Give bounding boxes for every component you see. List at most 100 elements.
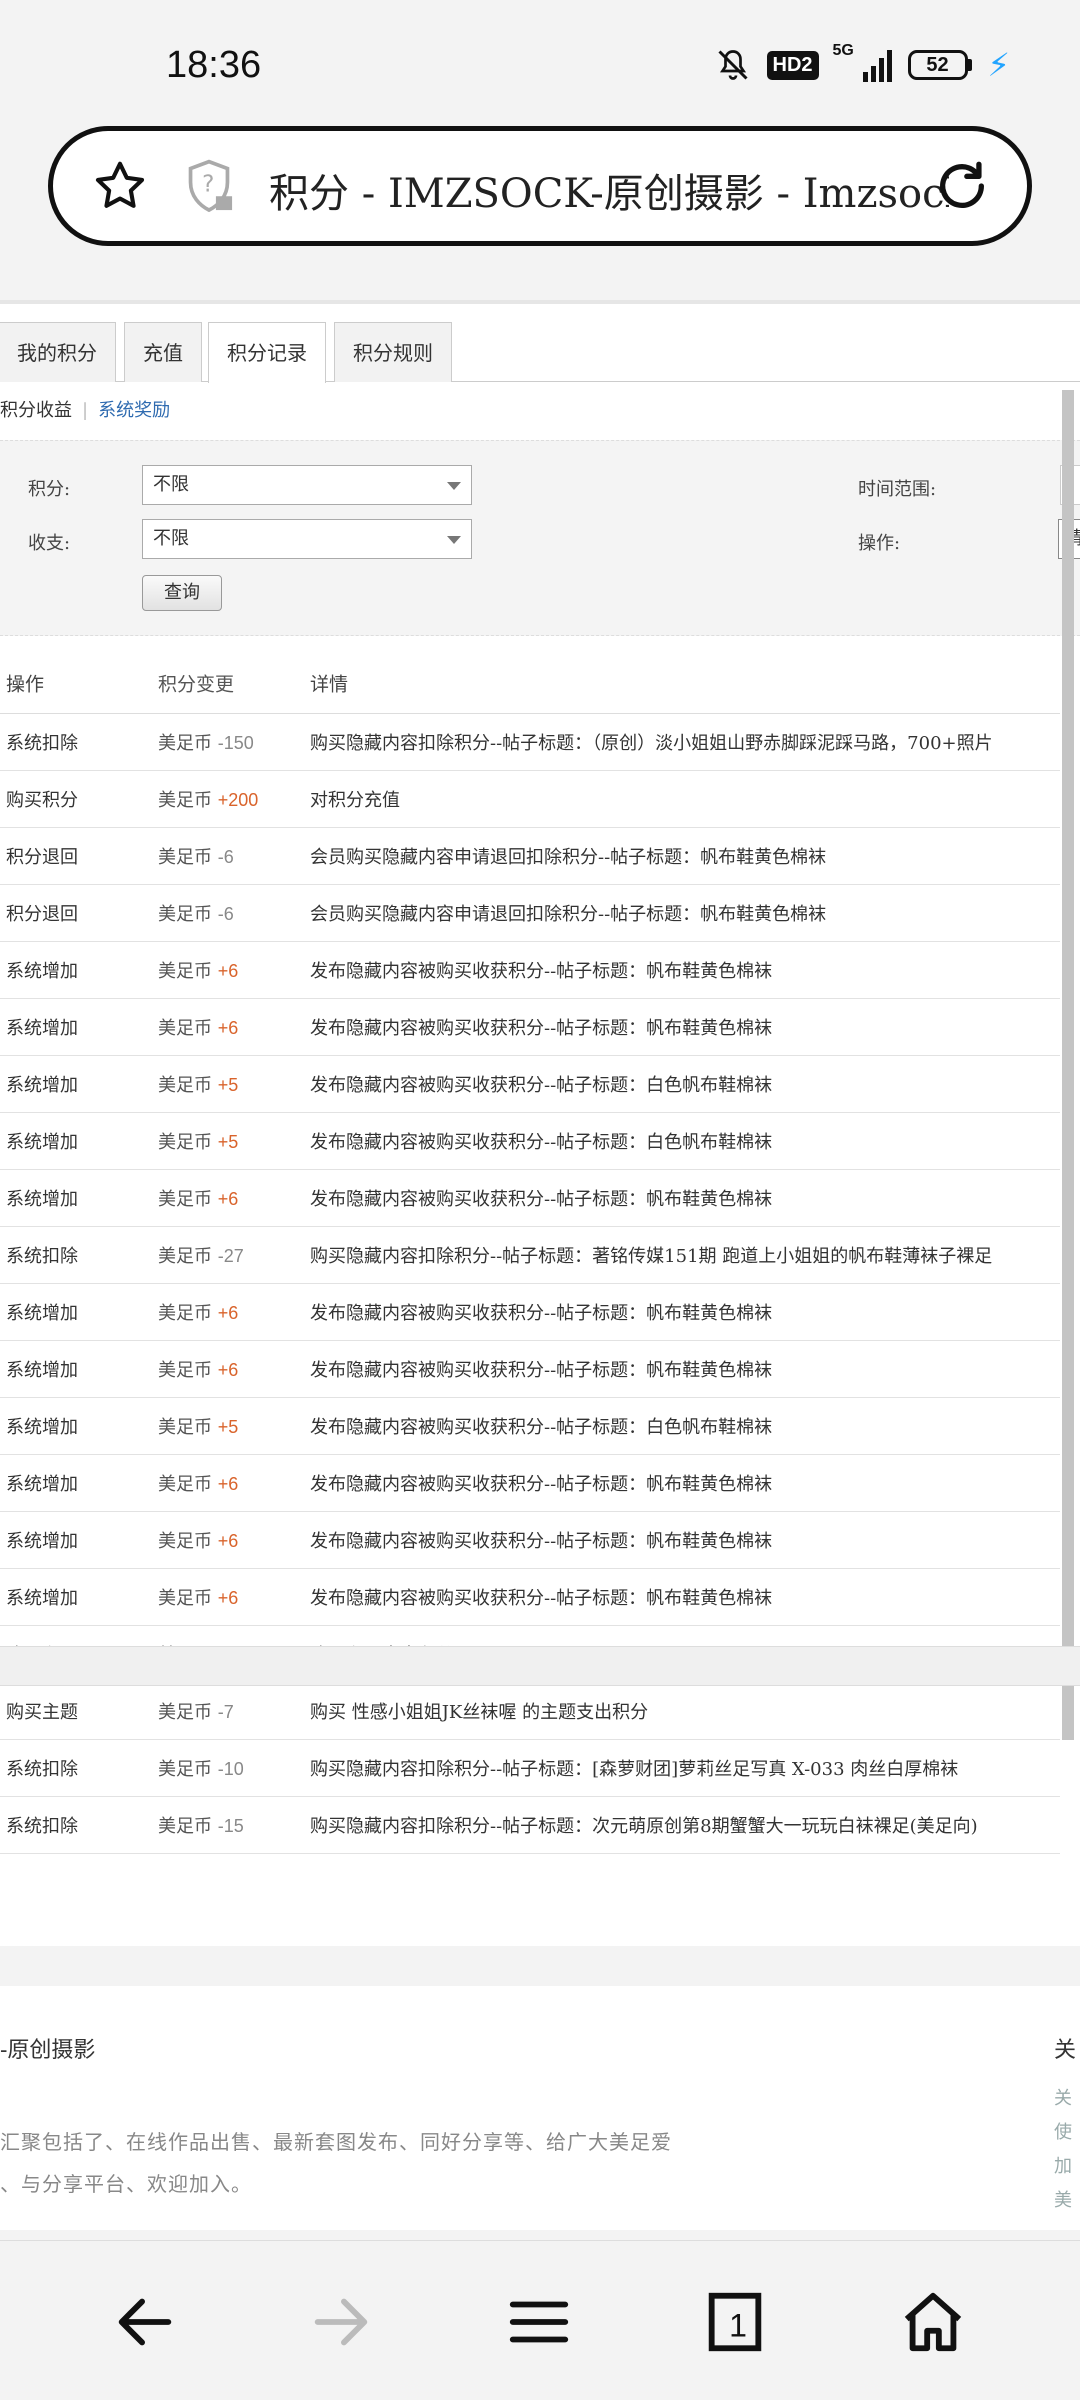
row-operation: 系统增加 (6, 1075, 78, 1096)
points-delta: -6 (217, 904, 234, 924)
row-detail: 发布隐藏内容被购买收获积分--帖子标题：白色帆布鞋棉袜 (310, 1417, 773, 1438)
hd-badge: HD2 (766, 50, 819, 80)
bell-off-icon (717, 50, 748, 80)
points-delta: +6 (217, 1018, 239, 1038)
footer-link[interactable]: 加 (1054, 2150, 1072, 2184)
row-points-change: 美足币 +6 (158, 1303, 239, 1324)
header-details: 详情 (310, 673, 349, 695)
query-button[interactable]: 查询 (142, 575, 222, 611)
points-filter-label: 积分: (28, 479, 71, 500)
header-operation: 操作 (6, 673, 45, 695)
reload-icon[interactable] (933, 157, 991, 215)
menu-icon[interactable] (504, 2287, 574, 2357)
row-points-change: 美足币 -6 (158, 847, 234, 868)
row-detail: 发布隐藏内容被购买收获积分--帖子标题：帆布鞋黄色棉袜 (310, 1303, 773, 1324)
table-row: 积分退回 美足币 -6 会员购买隐藏内容申请退回扣除积分--帖子标题：帆布鞋黄色棉袜 (0, 828, 1060, 885)
table-row: 系统增加 美足币 +5 发布隐藏内容被购买收获积分--帖子标题：白色帆布鞋棉袜 (0, 1398, 1060, 1455)
row-detail: 购买隐藏内容扣除积分--帖子标题：[森萝财团]萝莉丝足写真 X-033 肉丝白厚… (310, 1759, 959, 1780)
shield-lock-icon[interactable]: ? (181, 157, 237, 217)
tab-my-points[interactable]: 我的积分 (0, 322, 116, 382)
table-row: 系统扣除 美足币 -15 购买隐藏内容扣除积分--帖子标题：次元萌原创第8期蟹蟹大一… (0, 1797, 1060, 1854)
top-divider (0, 300, 1080, 304)
row-points-change: 美足币 +6 (158, 1474, 239, 1495)
row-points-change: 美足币 -6 (158, 904, 234, 925)
table-row: 系统增加 美足币 +5 发布隐藏内容被购买收获积分--帖子标题：白色帆布鞋棉袜 (0, 1056, 1060, 1113)
row-detail: 发布隐藏内容被购买收获积分--帖子标题：帆布鞋黄色棉袜 (310, 1588, 773, 1609)
row-points-change: 美足币 +5 (158, 1132, 239, 1153)
browser-navbar: 1 (0, 2240, 1080, 2400)
row-points-change: 美足币 -15 (158, 1816, 244, 1837)
row-points-change: 美足币 +5 (158, 1417, 239, 1438)
table-row: 系统增加 美足币 +6 发布隐藏内容被购买收获积分--帖子标题：帆布鞋黄色棉袜 (0, 1455, 1060, 1512)
row-detail: 发布隐藏内容被购买收获积分--帖子标题：白色帆布鞋棉袜 (310, 1132, 773, 1153)
row-operation: 系统扣除 (6, 1816, 78, 1837)
footer-link[interactable]: 使 (1054, 2116, 1072, 2150)
tab-recharge[interactable]: 充值 (124, 322, 202, 382)
row-points-change: 美足币 -27 (158, 1246, 244, 1267)
star-icon[interactable] (91, 157, 149, 215)
row-operation: 系统增加 (6, 1132, 78, 1153)
filter-panel: 积分: 不限 收支: 不限 查询 时间范围: 操作: 请 (0, 440, 1080, 636)
svg-text:?: ? (202, 172, 214, 198)
points-delta: +6 (217, 1588, 239, 1608)
row-points-change: 美足币 +6 (158, 961, 239, 982)
row-points-change: 美足币 +6 (158, 1588, 239, 1609)
row-detail: 发布隐藏内容被购买收获积分--帖子标题：帆布鞋黄色棉袜 (310, 1474, 773, 1495)
row-operation: 系统扣除 (6, 1246, 78, 1267)
address-bar[interactable]: ? 积分 - IMZSOCK-原创摄影 - Imzsock (48, 126, 1032, 246)
row-operation: 系统扣除 (6, 1759, 78, 1780)
row-operation: 积分退回 (6, 847, 78, 868)
row-detail: 发布隐藏内容被购买收获积分--帖子标题：白色帆布鞋棉袜 (310, 1075, 773, 1096)
row-detail: 会员购买隐藏内容申请退回扣除积分--帖子标题：帆布鞋黄色棉袜 (310, 904, 827, 925)
points-delta: -27 (217, 1246, 244, 1266)
site-footer: -原创摄影 汇聚包括了、在线作品出售、最新套图发布、同好分享等、给广大美足爱 、… (0, 1986, 1080, 2230)
row-points-change: 美足币 -10 (158, 1759, 244, 1780)
clock: 18:36 (166, 44, 262, 86)
status-icons: HD2 5G 52 ⚡ (715, 42, 1010, 84)
table-row: 系统扣除 美足币 -10 购买隐藏内容扣除积分--帖子标题：[森萝财团]萝莉丝足写真… (0, 1740, 1060, 1797)
points-delta: +5 (217, 1417, 239, 1437)
page-title[interactable]: 积分 - IMZSOCK-原创摄影 - Imzsock (269, 161, 949, 219)
table-row: 系统增加 美足币 +6 发布隐藏内容被购买收获积分--帖子标题：帆布鞋黄色棉袜 (0, 1341, 1060, 1398)
footer-link[interactable]: 关 (1054, 2082, 1072, 2116)
row-detail: 购买隐藏内容扣除积分--帖子标题：著铭传媒151期 跑道上小姐姐的帆布鞋薄袜子裸… (310, 1246, 993, 1267)
points-select[interactable]: 不限 (142, 465, 472, 505)
row-detail: 发布隐藏内容被购买收获积分--帖子标题：帆布鞋黄色棉袜 (310, 1018, 773, 1039)
points-delta: +200 (217, 790, 259, 810)
tabs-icon[interactable]: 1 (700, 2287, 770, 2357)
sub-navigation: 积分收益 | 系统奖励 (0, 400, 171, 421)
table-row: 系统扣除 美足币 -27 购买隐藏内容扣除积分--帖子标题：著铭传媒151期 跑道上… (0, 1227, 1060, 1284)
row-operation: 系统增加 (6, 1018, 78, 1039)
chevron-down-icon (447, 536, 461, 544)
table-row: 系统扣除 美足币 -150 购买隐藏内容扣除积分--帖子标题：（原创）淡小姐姐山野赤… (0, 714, 1060, 771)
row-operation: 购买积分 (6, 790, 78, 811)
section-divider (0, 1646, 1080, 1686)
row-operation: 系统增加 (6, 1531, 78, 1552)
subnav-points-income[interactable]: 积分收益 (0, 400, 72, 421)
footer-description-line2: 、与分享平台、欢迎加入。 (0, 2172, 252, 2196)
table-row: 系统增加 美足币 +5 发布隐藏内容被购买收获积分--帖子标题：白色帆布鞋棉袜 (0, 1113, 1060, 1170)
home-icon[interactable] (898, 2287, 968, 2357)
forward-arrow-icon[interactable] (306, 2287, 376, 2357)
charging-icon: ⚡ (987, 46, 1010, 84)
footer-title: -原创摄影 (0, 2038, 96, 2063)
row-operation: 系统扣除 (6, 733, 78, 754)
page-content: 我的积分 充值 积分记录 积分规则 积分收益 | 系统奖励 积分: 不限 收支: 不… (0, 300, 1080, 1946)
footer-description-line1: 汇聚包括了、在线作品出售、最新套图发布、同好分享等、给广大美足爱 (0, 2130, 672, 2154)
points-delta: +6 (217, 1189, 239, 1209)
subnav-system-reward[interactable]: 系统奖励 (98, 400, 170, 421)
points-delta: -15 (217, 1816, 244, 1836)
points-delta: +6 (217, 1303, 239, 1323)
row-operation: 系统增加 (6, 1588, 78, 1609)
table-row: 系统增加 美足币 +6 发布隐藏内容被购买收获积分--帖子标题：帆布鞋黄色棉袜 (0, 1170, 1060, 1227)
row-points-change: 美足币 +6 (158, 1018, 239, 1039)
row-detail: 购买 性感小姐姐JK丝袜喔 的主题支出积分 (310, 1702, 649, 1723)
footer-link[interactable]: 美 (1054, 2184, 1072, 2218)
table-row: 积分退回 美足币 -6 会员购买隐藏内容申请退回扣除积分--帖子标题：帆布鞋黄色棉袜 (0, 885, 1060, 942)
scrollbar[interactable] (1062, 390, 1074, 1740)
tab-points-rules[interactable]: 积分规则 (334, 322, 452, 382)
footer-right-title: 关 (1054, 2038, 1077, 2063)
back-arrow-icon[interactable] (110, 2287, 180, 2357)
type-select[interactable]: 不限 (142, 519, 472, 559)
tab-points-records[interactable]: 积分记录 (208, 322, 326, 383)
